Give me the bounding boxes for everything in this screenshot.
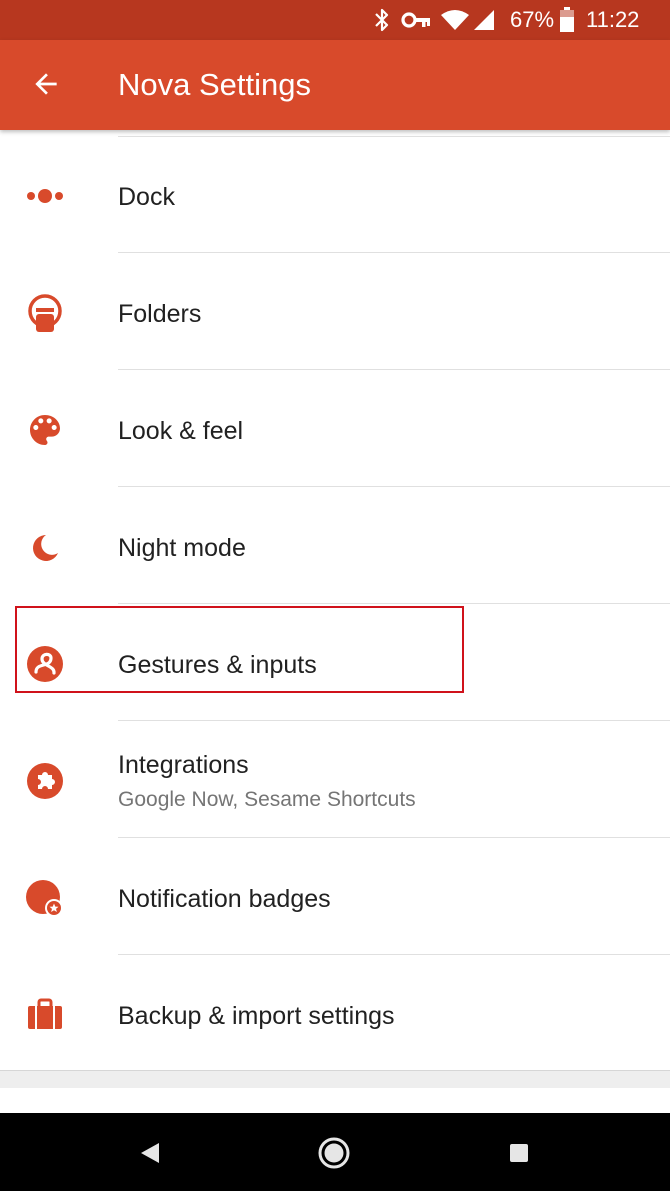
settings-item-label: Folders <box>118 300 202 328</box>
battery-percent: 67% <box>510 7 555 32</box>
section-gap <box>0 1070 670 1089</box>
badge-icon <box>26 880 63 917</box>
settings-item-dock[interactable]: Dock <box>0 136 670 253</box>
dock-icon <box>27 189 63 203</box>
back-button[interactable] <box>18 62 74 108</box>
next-card <box>0 1088 670 1113</box>
settings-item-subtitle: Google Now, Sesame Shortcuts <box>118 788 416 811</box>
clock: 11:22 <box>586 7 640 32</box>
settings-list: Dock Folders Look & feel Night mode Gest… <box>0 130 670 1070</box>
settings-item-label: Gestures & inputs <box>118 651 317 679</box>
status-bar: 67% 11:22 <box>0 0 670 40</box>
gesture-icon <box>27 646 63 682</box>
settings-item-night-mode[interactable]: Night mode <box>0 487 670 604</box>
puzzle-icon <box>27 763 63 799</box>
nav-back-icon[interactable] <box>132 1135 168 1171</box>
moon-icon <box>33 535 58 561</box>
nav-recents-icon[interactable] <box>501 1135 537 1171</box>
settings-item-label: Notification badges <box>118 885 331 913</box>
wifi-icon <box>441 10 469 30</box>
settings-item-integrations[interactable]: Integrations Google Now, Sesame Shortcut… <box>0 721 670 838</box>
arrow-back-icon <box>35 73 57 95</box>
settings-item-label: Integrations <box>118 751 249 779</box>
bluetooth-icon <box>375 8 389 32</box>
nav-bar <box>0 1113 670 1191</box>
settings-item-label: Backup & import settings <box>118 1002 395 1030</box>
nav-home-icon[interactable] <box>316 1135 352 1171</box>
settings-item-look-and-feel[interactable]: Look & feel <box>0 370 670 487</box>
settings-item-folders[interactable]: Folders <box>0 253 670 370</box>
vpn-key-icon <box>401 12 430 28</box>
settings-item-gestures-and-inputs[interactable]: Gestures & inputs <box>0 604 670 721</box>
settings-item-notification-badges[interactable]: Notification badges <box>0 838 670 955</box>
palette-icon <box>30 415 60 445</box>
app-bar: Nova Settings <box>0 40 670 130</box>
settings-item-label: Night mode <box>118 534 246 562</box>
settings-item-label: Dock <box>118 183 175 211</box>
briefcase-icon <box>28 998 62 1029</box>
folder-icon <box>28 294 62 332</box>
cell-signal-icon <box>474 10 494 30</box>
page-title: Nova Settings <box>118 67 311 102</box>
battery-icon <box>560 7 574 32</box>
settings-item-label: Look & feel <box>118 417 244 445</box>
settings-item-backup-and-import[interactable]: Backup & import settings <box>0 955 670 1072</box>
